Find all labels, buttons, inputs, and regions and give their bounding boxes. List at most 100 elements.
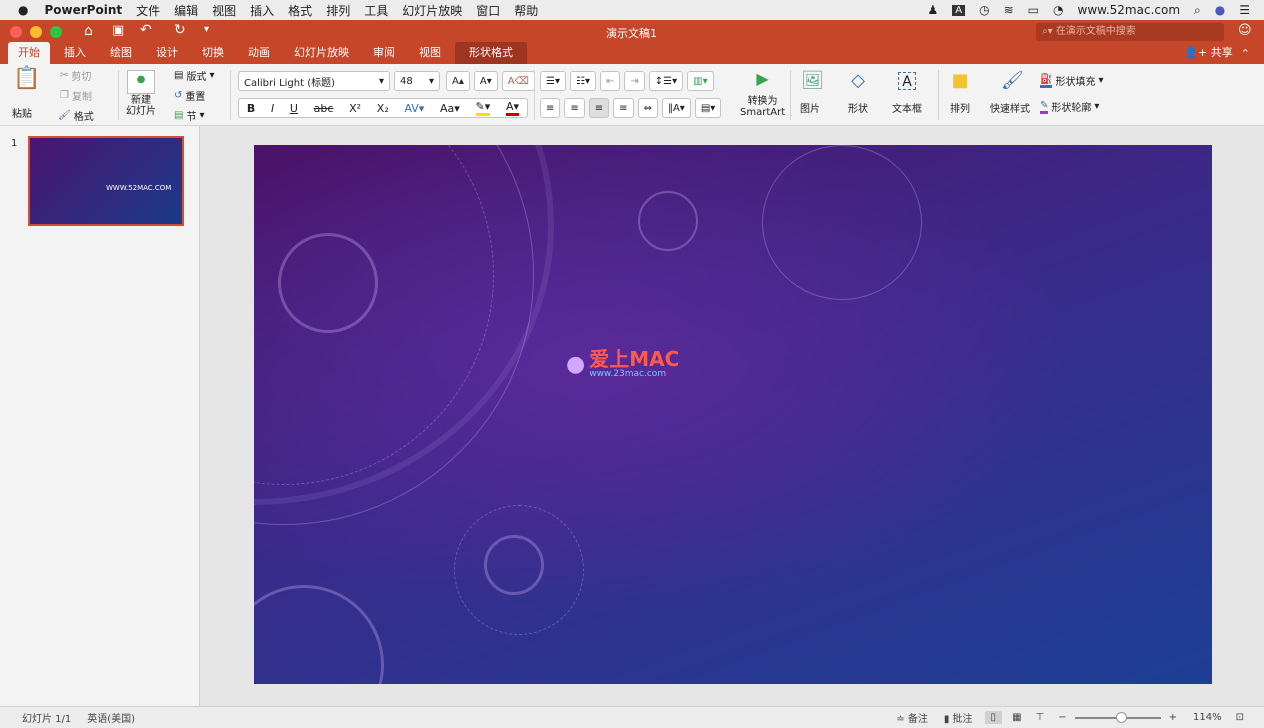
font-name-select[interactable]: Calibri Light (标题) ▾ [238, 71, 390, 91]
tab-home[interactable]: 开始 [8, 42, 50, 64]
justify-button[interactable]: ≡ [613, 98, 634, 118]
notes-button[interactable]: ≐ 备注 [896, 710, 928, 725]
undo-icon[interactable]: ↶ [140, 22, 152, 38]
normal-view-button[interactable]: ▯ [984, 711, 1003, 724]
notification-center-icon[interactable]: ☰ [1239, 3, 1250, 17]
arrange-button[interactable]: ■ 排列 [950, 72, 970, 116]
italic-button[interactable]: I [271, 102, 274, 115]
menu-help[interactable]: 帮助 [514, 2, 538, 19]
font-color-button[interactable]: A▾ [505, 100, 520, 116]
clock-icon[interactable]: ◔ [1053, 3, 1063, 17]
input-method-icon[interactable]: A [952, 4, 966, 16]
underline-button[interactable]: U [290, 102, 298, 115]
slide-canvas[interactable]: ● 爱上MAC www.23mac.com [254, 145, 1212, 684]
reset-button[interactable]: ↺ 重置 [174, 88, 205, 103]
shape-outline-button[interactable]: ✎ 形状轮廓 ▾ [1040, 99, 1099, 114]
battery-icon[interactable]: ▭ [1028, 3, 1039, 17]
strikethrough-button[interactable]: abc [314, 102, 334, 115]
zoom-slider[interactable] [1074, 711, 1161, 723]
slideshow-view-button[interactable]: ⊤ [1036, 712, 1045, 723]
clear-formatting-button[interactable]: A⌫ [501, 71, 535, 91]
tab-animations[interactable]: 动画 [238, 42, 280, 64]
align-text-button[interactable]: ▤▾ [694, 98, 722, 118]
tab-transitions[interactable]: 切换 [192, 42, 234, 64]
subscript-button[interactable]: X₂ [377, 102, 389, 115]
customize-toolbar-icon[interactable]: ▾ [204, 24, 209, 35]
section-button[interactable]: ▤ 节 ▾ [174, 108, 204, 123]
spotlight-icon[interactable]: ⌕ [1194, 3, 1201, 18]
change-case-button[interactable]: Aa▾ [440, 102, 460, 115]
numbering-button[interactable]: ☷▾ [569, 71, 596, 91]
zoom-slider-thumb[interactable] [1115, 711, 1127, 723]
apple-menu-icon[interactable]: ● [18, 3, 28, 17]
copy-button[interactable]: ❐ 复制 [60, 88, 92, 103]
new-slide-button[interactable]: ● 新建 幻灯片 [126, 70, 156, 117]
zoom-out-button[interactable]: − [1058, 712, 1066, 723]
menu-edit[interactable]: 编辑 [174, 2, 198, 19]
picture-button[interactable]: 🖼 图片 [800, 72, 824, 116]
fit-to-window-icon[interactable]: ⊡ [1236, 712, 1244, 723]
collapse-ribbon-icon[interactable]: ⌃ [1241, 47, 1250, 64]
increase-font-size-button[interactable]: A▴ [446, 71, 470, 91]
share-button[interactable]: 👤+ 共享 [1184, 44, 1232, 64]
format-painter-button[interactable]: 🖌 格式 [58, 108, 94, 123]
shape-button[interactable]: ◇ 形状 [848, 72, 868, 116]
comments-button[interactable]: ▮ 批注 [944, 710, 973, 725]
convert-smartart-button[interactable]: ▶ 转换为 SmartArt [740, 70, 785, 118]
tab-view[interactable]: 视图 [409, 42, 451, 64]
text-direction-button[interactable]: ‖A▾ [661, 98, 691, 118]
close-button[interactable] [10, 26, 22, 38]
distributed-button[interactable]: ⇔ [637, 98, 658, 118]
line-spacing-button[interactable]: ↕☰▾ [648, 71, 684, 91]
decrease-font-size-button[interactable]: A▾ [473, 71, 498, 91]
superscript-button[interactable]: X² [349, 102, 361, 115]
quick-styles-button[interactable]: 🖌 快速样式 [990, 72, 1030, 116]
shape-fill-button[interactable]: ⛽ 形状填充 ▾ [1040, 73, 1103, 88]
slide-sorter-button[interactable]: ▦ [1012, 712, 1021, 723]
smiley-feedback-icon[interactable]: ☺ [1238, 23, 1252, 38]
menu-insert[interactable]: 插入 [250, 2, 274, 19]
textbox-button[interactable]: A 文本框 [892, 72, 922, 115]
character-spacing-button[interactable]: AV▾ [404, 102, 424, 115]
columns-button[interactable]: ▥▾ [687, 71, 714, 91]
time-machine-icon[interactable]: ◷ [979, 3, 989, 17]
slide-thumbnail[interactable]: WWW.52MAC.COM [28, 136, 184, 226]
increase-indent-button[interactable]: ⇥ [624, 71, 645, 91]
decrease-indent-button[interactable]: ⇤ [599, 71, 621, 91]
font-size-select[interactable]: 48 ▾ [394, 71, 440, 91]
paste-button[interactable]: 📋 粘贴 [12, 68, 40, 121]
tab-shape-format[interactable]: 形状格式 [455, 42, 527, 64]
wifi-icon[interactable]: ≋ [1004, 3, 1014, 17]
minimize-button[interactable] [30, 26, 42, 38]
siri-icon[interactable]: ● [1215, 3, 1225, 17]
menu-slideshow[interactable]: 幻灯片放映 [402, 2, 462, 19]
menu-arrange[interactable]: 排列 [326, 2, 350, 19]
align-center-button[interactable]: ≡ [564, 98, 585, 118]
redo-icon[interactable]: ↻ [174, 22, 186, 38]
zoom-button[interactable] [50, 26, 62, 38]
menu-tools[interactable]: 工具 [364, 2, 388, 19]
zoom-in-button[interactable]: + [1169, 712, 1177, 723]
highlight-button[interactable]: ✎▾ [475, 100, 491, 116]
tab-review[interactable]: 审阅 [363, 42, 405, 64]
search-box[interactable]: ⌕▾ 在演示文稿中搜索 [1036, 23, 1224, 41]
tab-design[interactable]: 设计 [146, 42, 188, 64]
cut-button[interactable]: ✂ 剪切 [60, 68, 91, 83]
align-left-button[interactable]: ≡ [540, 98, 561, 118]
menu-app[interactable]: PowerPoint [44, 3, 122, 17]
layout-button[interactable]: ▤ 版式 ▾ [174, 68, 214, 83]
bullets-button[interactable]: ☰▾ [540, 71, 566, 91]
language-indicator[interactable]: 英语(美国) [87, 710, 135, 725]
save-icon[interactable]: ▣ [112, 23, 124, 38]
zoom-level[interactable]: 114% [1193, 712, 1222, 723]
tab-insert[interactable]: 插入 [54, 42, 96, 64]
home-icon[interactable]: ⌂ [84, 23, 93, 39]
menu-window[interactable]: 窗口 [476, 2, 500, 19]
tab-slideshow[interactable]: 幻灯片放映 [284, 42, 359, 64]
qq-icon[interactable]: ♟ [928, 3, 939, 17]
menu-view[interactable]: 视图 [212, 2, 236, 19]
menu-file[interactable]: 文件 [136, 2, 160, 19]
search-input[interactable]: 在演示文稿中搜索 [1056, 26, 1136, 37]
align-right-button[interactable]: ≡ [588, 98, 610, 118]
menu-format[interactable]: 格式 [288, 2, 312, 19]
